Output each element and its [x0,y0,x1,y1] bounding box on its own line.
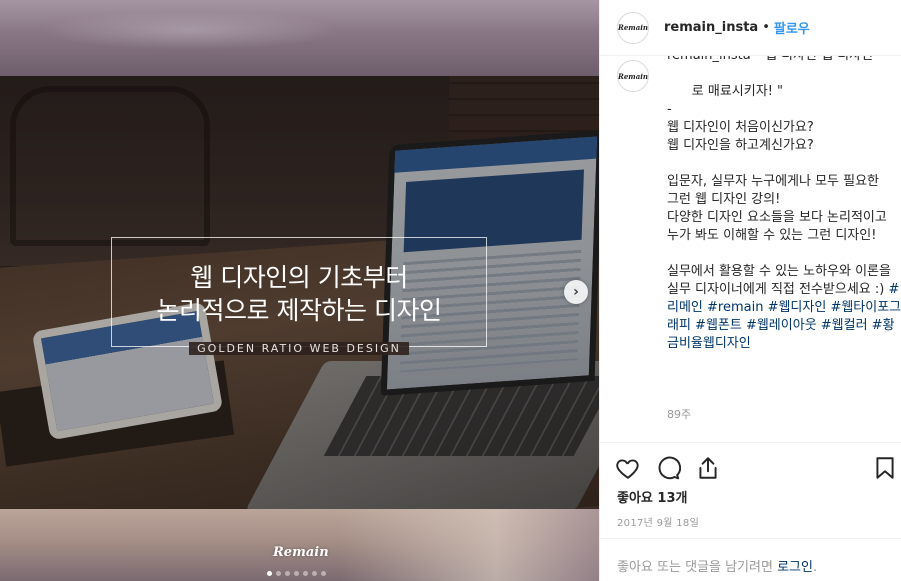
overlay-subtitle-wrap: GOLDEN RATIO WEB DESIGN [160,338,438,358]
post-date[interactable]: 2017년 9월 18일 [617,514,699,529]
post-header: Remain remain_insta • 팔로우 [600,0,901,56]
comment-icon[interactable] [655,455,682,481]
carousel-dot [285,571,290,576]
follow-button[interactable]: 팔로우 [774,18,810,37]
chevron-right-icon: › [573,284,579,300]
overlay-subtitle: GOLDEN RATIO WEB DESIGN [189,341,409,355]
comment-cutoff-line: remain_insta " 웹 디자인 웹 디자인 [667,56,897,65]
overlay-title-line2: 논리적으로 제작하는 디자인 [156,296,442,325]
overlay-title-line1: 웹 디자인의 기초부터 [190,263,408,292]
post-sidebar: Remain remain_insta • 팔로우 Remain remain_… [599,0,901,581]
username-link[interactable]: remain_insta [664,20,758,35]
carousel-next-button[interactable]: › [564,280,588,304]
login-prompt-suffix: . [812,560,818,575]
caption-body: 로 매료시키자! " - 웹 디자인이 처음이신가요? 웹 디자인을 하고계신가… [667,84,891,297]
comment-scroll-area[interactable]: Remain remain_insta " 웹 디자인 웹 디자인 로 매료시키… [600,56,901,442]
post-media[interactable]: 웹 디자인의 기초부터 논리적으로 제작하는 디자인 GOLDEN RATIO … [0,0,599,581]
carousel-dot [303,571,308,576]
carousel-dot [267,571,272,576]
comment-avatar[interactable]: Remain [617,60,649,92]
login-link[interactable]: 로그인 [777,560,813,575]
avatar[interactable]: Remain [617,11,649,44]
carousel-dot [312,571,317,576]
login-prompt: 좋아요 또는 댓글을 남기려면 로그인. [600,538,901,581]
login-prompt-text: 좋아요 또는 댓글을 남기려면 [617,560,778,575]
avatar-logo-text: Remain [618,23,648,32]
header-separator: • [762,20,770,35]
caption-text: 로 매료시키자! " - 웹 디자인이 처음이신가요? 웹 디자인을 하고계신가… [667,65,901,371]
action-bar [600,442,901,492]
avatar-logo-text: Remain [618,71,648,81]
share-icon[interactable] [695,455,721,481]
like-count[interactable]: 좋아요 13개 [617,487,687,506]
remain-watermark: Remain [273,545,329,560]
heart-icon[interactable] [615,455,641,481]
comment-age: 89주 [667,408,692,421]
carousel-dot [276,571,281,576]
carousel-dot [294,571,299,576]
carousel-prev-slide-preview [0,0,599,76]
bookmark-icon[interactable] [872,455,898,481]
carousel-dot [321,571,326,576]
carousel-dots [267,571,326,576]
